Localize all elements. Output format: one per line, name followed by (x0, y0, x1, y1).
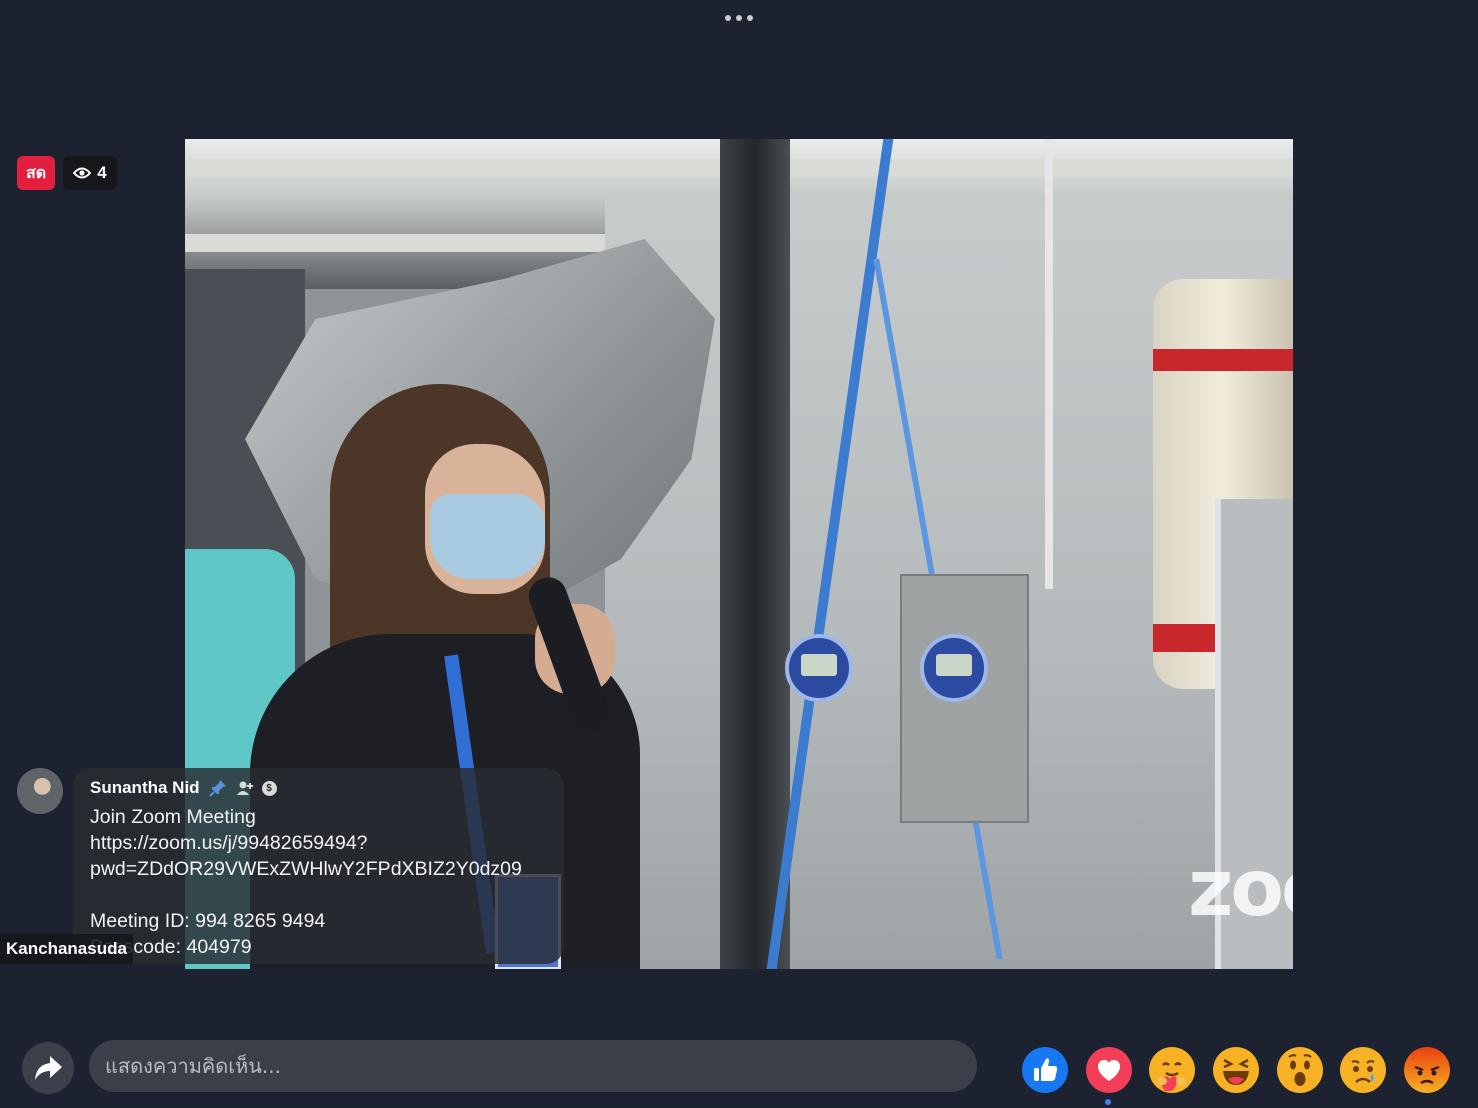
live-badge: สด (17, 156, 56, 190)
haha-icon[interactable] (1212, 1046, 1260, 1094)
person-plus-icon (236, 780, 254, 796)
pressure-gauge (785, 634, 853, 702)
stars-icon: $ (261, 780, 277, 796)
pressure-gauge (920, 634, 988, 702)
share-icon (35, 1056, 62, 1080)
pinned-comment: Sunantha Nid $ Join Zoom Meeting https:/… (73, 768, 564, 964)
comment-input[interactable] (89, 1040, 977, 1092)
care-icon[interactable] (1148, 1046, 1196, 1094)
viewer-count: 4 (97, 163, 107, 182)
share-button[interactable] (22, 1042, 74, 1094)
commenter-name[interactable]: Sunantha Nid (90, 778, 200, 798)
participant-name-label: Kanchanasuda (0, 934, 133, 964)
more-options-icon[interactable] (719, 8, 759, 28)
comment-text: Join Zoom Meeting https://zoom.us/j/9948… (90, 806, 522, 958)
wow-icon[interactable] (1276, 1046, 1324, 1094)
love-icon[interactable] (1085, 1046, 1133, 1094)
pin-icon (208, 778, 228, 798)
viewer-count-badge: 4 (63, 156, 117, 190)
eye-icon (73, 167, 92, 179)
selected-indicator (1105, 1099, 1111, 1105)
sad-icon[interactable] (1339, 1046, 1387, 1094)
like-icon[interactable] (1021, 1046, 1069, 1094)
avatar[interactable] (17, 768, 63, 814)
angry-icon[interactable] (1403, 1046, 1451, 1094)
zoom-watermark: zoom (1188, 844, 1293, 934)
